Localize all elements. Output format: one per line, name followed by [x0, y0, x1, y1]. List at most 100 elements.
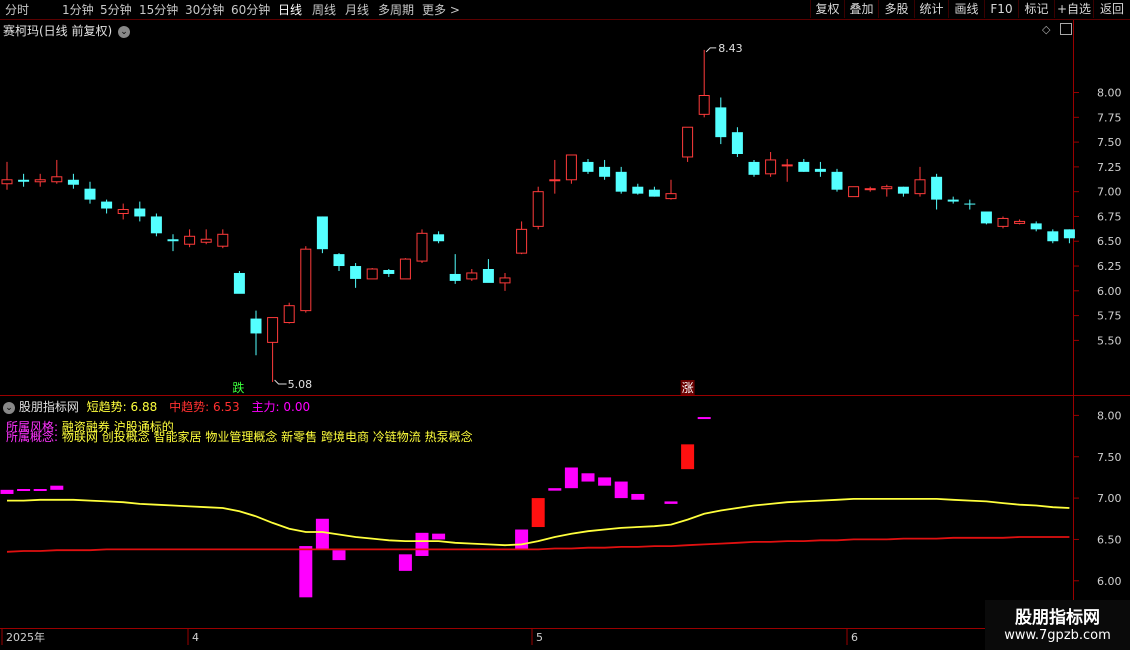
candle — [1047, 229, 1059, 244]
main-force-bar — [432, 533, 446, 540]
candle — [250, 310, 262, 356]
candle — [316, 216, 328, 254]
period-tab-60min[interactable]: 60分钟 — [231, 1, 270, 18]
diamond-icon[interactable]: ◇ — [1042, 23, 1050, 36]
time-tick-label: 4 — [192, 631, 199, 644]
statistics-button[interactable]: 统计 — [914, 0, 948, 18]
candle — [34, 173, 46, 187]
candle — [814, 161, 826, 177]
main-force-bar — [531, 498, 545, 528]
candle — [798, 158, 810, 172]
candle — [167, 234, 179, 252]
period-tab-1min[interactable]: 1分钟 — [62, 1, 94, 18]
main-force-bar — [17, 489, 31, 491]
candle-body — [1014, 220, 1026, 224]
candle-body — [931, 176, 943, 200]
indicator-axis: 8.007.507.006.506.005.50 — [1073, 409, 1122, 629]
period-tab-more[interactable]: 更多 > — [422, 1, 460, 18]
candle-body — [316, 216, 328, 250]
period-tab-5min[interactable]: 5分钟 — [100, 1, 132, 18]
candle — [1, 161, 13, 190]
low-pointer — [274, 379, 287, 385]
period-tab-multi[interactable]: 多周期 — [378, 1, 414, 18]
price-tick-label: 7.00 — [1097, 186, 1122, 199]
concept-line: 所属概念: 物联网 创投概念 智能家居 物业管理概念 新零售 跨境电商 冷链物流… — [6, 428, 473, 445]
indicator-tick-label: 8.00 — [1097, 409, 1122, 422]
candle-body — [250, 318, 262, 334]
indicator-name: 股朋指标网 — [18, 400, 79, 414]
candle-body — [881, 186, 893, 190]
candle — [565, 154, 577, 184]
indicator-tick-label: 7.50 — [1097, 451, 1122, 464]
period-tab-intraday[interactable]: 分时 — [5, 1, 29, 18]
candle-body — [333, 254, 345, 267]
draw-line-button[interactable]: 画线 — [948, 0, 984, 18]
candle-body — [748, 161, 760, 175]
price-tick-label: 6.50 — [1097, 235, 1122, 248]
period-tab-monthly[interactable]: 月线 — [345, 1, 369, 18]
candle-body — [1063, 229, 1075, 239]
back-button[interactable]: 返回 — [1093, 0, 1130, 18]
candle — [416, 229, 428, 264]
candle — [499, 272, 511, 291]
candle — [101, 199, 113, 214]
window-icon[interactable] — [1060, 23, 1072, 35]
candle-body — [51, 176, 63, 183]
chevron-down-icon[interactable]: ⌄ — [118, 25, 131, 38]
candle-body — [233, 272, 245, 294]
candle-body — [997, 217, 1009, 227]
chevron-down-icon[interactable]: ⌄ — [3, 401, 15, 414]
mark-button[interactable]: 标记 — [1018, 0, 1054, 18]
candle-body — [731, 132, 743, 154]
concept-value: 物联网 创投概念 智能家居 物业管理概念 新零售 跨境电商 冷链物流 热泵概念 — [61, 430, 473, 444]
concept-label: 所属概念: — [6, 430, 59, 444]
candle-body — [482, 269, 494, 283]
candle-body — [897, 186, 909, 194]
add-watchlist-button[interactable]: +自选 — [1054, 0, 1093, 18]
short-trend-value: 6.88 — [130, 400, 158, 414]
price-tick-label: 6.00 — [1097, 285, 1122, 298]
candle — [947, 196, 959, 204]
main-force-bar — [515, 529, 529, 550]
stock-title: 赛柯玛(日线 前复权) ⌄ — [3, 22, 131, 39]
high-pointer — [705, 47, 717, 53]
stock-chart[interactable]: 8.00 7.75 7.50 7.25 7.00 6.75 6.50 6.25 6.00 5.75… — [0, 0, 1130, 650]
candle-body — [781, 164, 793, 167]
candlestick-series — [1, 49, 1075, 383]
period-tab-weekly[interactable]: 周线 — [312, 1, 336, 18]
price-tick-label: 6.25 — [1097, 260, 1122, 273]
candle-body — [416, 232, 428, 262]
overlay-button[interactable]: 叠加 — [844, 0, 878, 18]
candle-body — [964, 203, 976, 205]
candle-body — [632, 186, 644, 194]
candle — [134, 201, 146, 222]
main-force-bar — [398, 554, 412, 571]
indicator-header: ⌄ 股朋指标网 短趋势: 6.88 中趋势: 6.53 主力: 0.00 — [3, 398, 310, 415]
watermark: 股朋指标网 www.7gpzb.com — [985, 600, 1130, 650]
candle — [848, 186, 860, 198]
annotations: 8.43 5.08 跌 涨 — [232, 42, 743, 395]
adjust-button[interactable]: 复权 — [810, 0, 844, 18]
candle-body — [864, 188, 876, 191]
candle — [333, 253, 345, 271]
candle-body — [383, 269, 395, 274]
f10-button[interactable]: F10 — [984, 0, 1018, 18]
high-price-label: 8.43 — [718, 42, 743, 55]
candle-body — [532, 191, 544, 227]
candle — [964, 199, 976, 210]
candle-body — [648, 189, 660, 197]
price-tick-label: 5.75 — [1097, 310, 1122, 323]
candle — [731, 127, 743, 157]
period-tab-15min[interactable]: 15分钟 — [139, 1, 178, 18]
period-tab-daily[interactable]: 日线 — [278, 1, 302, 18]
candle-body — [134, 208, 146, 217]
time-tick-label: 6 — [851, 631, 858, 644]
mid-trend-value: 6.53 — [212, 400, 240, 414]
candle — [665, 179, 677, 200]
candle-body — [831, 171, 843, 190]
period-tab-30min[interactable]: 30分钟 — [185, 1, 224, 18]
candle-body — [217, 233, 229, 247]
multi-stock-button[interactable]: 多股 — [878, 0, 914, 18]
time-tick-label: 2025年 — [6, 630, 45, 644]
main-force-bar — [564, 467, 578, 489]
